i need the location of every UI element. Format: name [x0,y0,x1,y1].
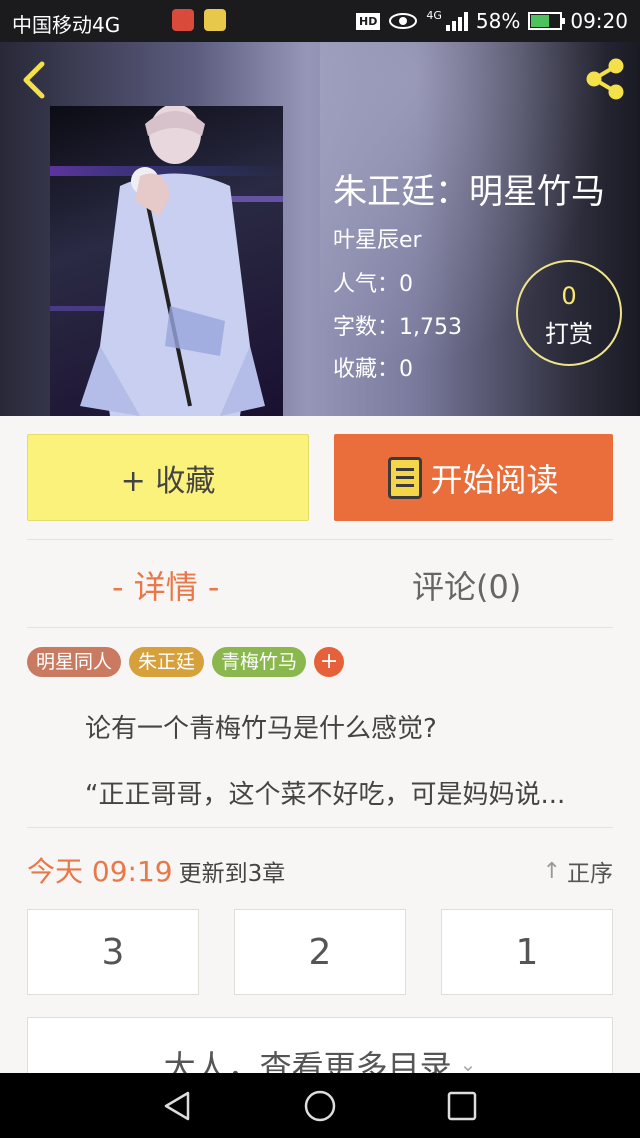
tab-detail[interactable]: - 详情 - [112,562,219,608]
signal-icon [445,11,468,31]
clock: 09:20 [570,9,628,33]
arrow-up-icon: ↑ [542,858,561,884]
add-tag-button[interactable]: + [314,647,345,677]
triangle-back-icon [164,1091,190,1121]
author-link[interactable]: 叶星辰er [333,222,422,254]
system-nav-bar [0,1073,640,1138]
update-time: 今天 09:19 [27,855,173,888]
reward-button[interactable]: 0 打赏 [516,260,622,366]
share-button[interactable] [582,56,628,102]
book-header: 朱正廷：明星竹马 叶星辰er 人气：0 字数：1,753 收藏：0 0 打赏 [0,42,640,416]
nav-home-button[interactable] [302,1088,338,1124]
notification-star-icon [204,9,226,31]
update-text: 更新到3章 [178,861,286,887]
tag-chip[interactable]: 朱正廷 [129,647,205,677]
cover-illustration [50,106,283,416]
share-icon [586,58,624,100]
status-bar: 中国移动4G HD 4G 58% 09:20 [0,0,640,42]
tab-comments[interactable]: 评论(0) [412,562,521,608]
favorites-button-label: + 收藏 [120,463,216,499]
notification-app-icon [172,9,194,31]
chapter-button[interactable]: 2 [234,909,406,995]
book-icon [388,456,423,499]
popularity-stat: 人气：0 [333,272,413,297]
tag-list: 明星同人 朱正廷 青梅竹马 + [27,647,345,677]
divider [27,827,613,828]
sort-label: 正序 [567,861,613,887]
back-button[interactable] [14,58,54,102]
nav-recents-button[interactable] [444,1088,480,1124]
chapter-button[interactable]: 1 [441,909,613,995]
divider [27,627,613,628]
start-reading-button[interactable]: 开始阅读 [334,434,613,521]
start-reading-label: 开始阅读 [430,460,559,499]
summary-line: 论有一个青梅竹马是什么感觉? [85,714,437,744]
book-cover[interactable] [50,106,283,416]
sort-toggle[interactable]: ↑ 正序 [543,854,613,888]
carrier-label: 中国移动4G [12,13,121,37]
battery-percent: 58% [475,9,521,33]
square-recents-icon [447,1091,477,1121]
chapter-button[interactable]: 3 [27,909,199,995]
reward-count: 0 [561,282,577,310]
book-title: 朱正廷：明星竹马 [333,172,605,212]
summary-line[interactable]: “正正哥哥，这个菜不好吃，可是妈妈说... [85,774,615,811]
update-info: 今天 09:19 更新到3章 [27,850,285,890]
battery-icon [528,12,566,30]
network-label: 4G [426,9,442,22]
word-count-stat: 字数：1,753 [333,315,462,340]
eye-icon [389,13,418,29]
tag-chip[interactable]: 青梅竹马 [212,647,307,677]
divider [27,539,613,540]
tag-chip[interactable]: 明星同人 [27,647,122,677]
circle-home-icon [304,1090,336,1122]
add-to-favorites-button[interactable]: + 收藏 [27,434,309,521]
hd-badge: HD [356,12,381,30]
favorites-stat: 收藏：0 [333,357,413,382]
nav-back-button[interactable] [160,1088,196,1124]
chevron-left-icon [23,61,45,99]
reward-label: 打赏 [545,320,593,348]
